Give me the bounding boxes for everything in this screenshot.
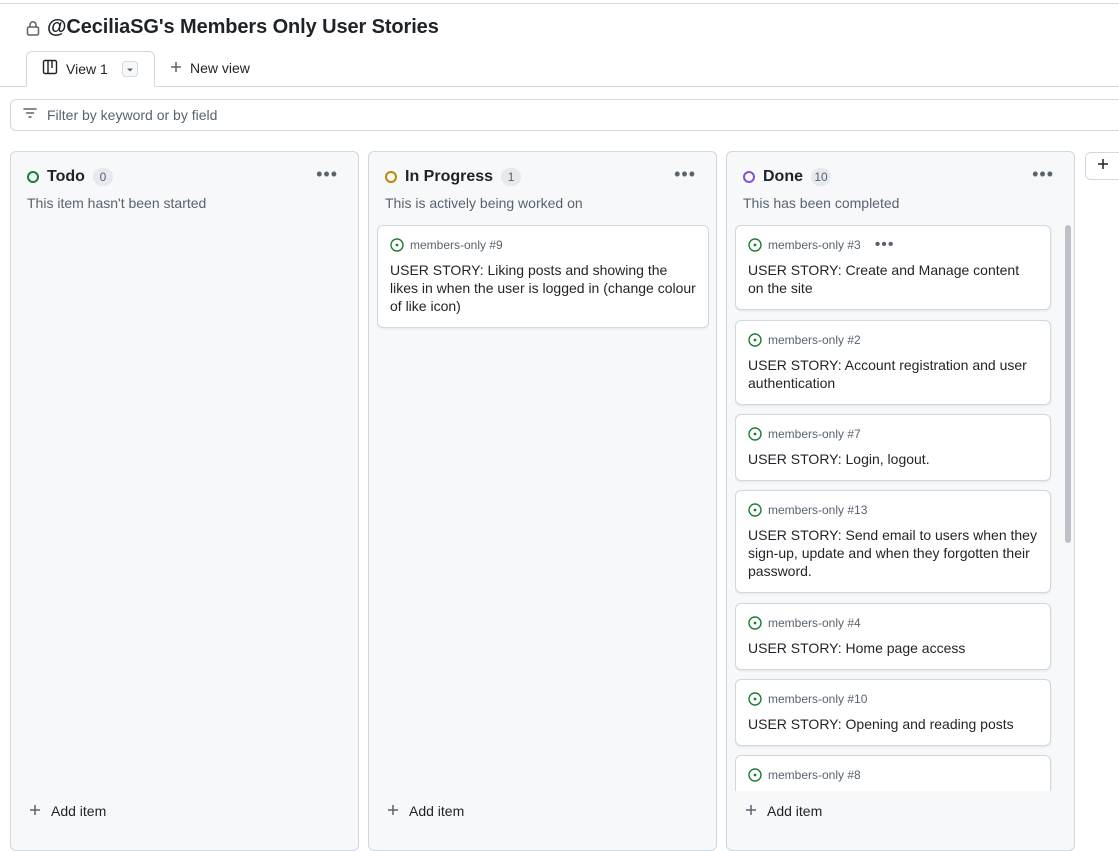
card-meta: members-only #4 xyxy=(748,615,1038,631)
view-options-button[interactable] xyxy=(121,60,138,78)
issue-open-icon xyxy=(748,692,762,706)
column-todo: Todo 0 ••• This item hasn't been started… xyxy=(10,151,359,851)
issue-title[interactable]: USER STORY: Account registration and use… xyxy=(748,356,1038,392)
issue-title[interactable]: USER STORY: Home page access xyxy=(748,639,1038,657)
card-meta: members-only #8 xyxy=(748,767,1038,783)
status-todo-icon xyxy=(27,171,39,183)
issue-card[interactable]: members-only #2 USER STORY: Account regi… xyxy=(735,320,1051,405)
plus-icon xyxy=(170,60,182,76)
issue-ref[interactable]: members-only #9 xyxy=(410,238,503,252)
add-item-label: Add item xyxy=(767,803,823,819)
view-tabs: View 1 New view xyxy=(0,50,1119,87)
add-column-button[interactable] xyxy=(1085,152,1119,180)
tab-label: View 1 xyxy=(66,61,108,77)
column-done: Done 10 ••• This has been completed memb… xyxy=(726,151,1075,851)
plus-icon xyxy=(745,803,757,819)
issue-card[interactable]: members-only #7 USER STORY: Login, logou… xyxy=(735,414,1051,481)
issue-title[interactable]: USER STORY: Create and Manage content on… xyxy=(748,261,1038,297)
issue-title[interactable]: USER STORY: Opening and reading posts xyxy=(748,715,1038,733)
column-header: Done 10 xyxy=(743,168,831,186)
filter-input[interactable]: Filter by keyword or by field xyxy=(10,99,1119,131)
issue-title[interactable]: USER STORY: Login, logout. xyxy=(748,450,1038,468)
caret-down-icon xyxy=(126,60,134,78)
issue-open-icon xyxy=(748,427,762,441)
issue-title[interactable]: USER STORY: Send email to users when the… xyxy=(748,526,1038,580)
issue-card[interactable]: members-only #4 USER STORY: Home page ac… xyxy=(735,603,1051,670)
column-name: Todo xyxy=(47,168,85,185)
issue-card[interactable]: members-only #3 ••• USER STORY: Create a… xyxy=(735,225,1051,310)
issue-ref[interactable]: members-only #10 xyxy=(768,692,867,706)
issue-open-icon xyxy=(748,503,762,517)
issue-card[interactable]: members-only #10 USER STORY: Opening and… xyxy=(735,679,1051,746)
card-meta: members-only #7 xyxy=(748,426,1038,442)
column-menu-icon[interactable]: ••• xyxy=(1032,165,1054,183)
tab-view-1[interactable]: View 1 xyxy=(26,51,155,87)
column-description: This is actively being worked on xyxy=(385,195,583,211)
issue-ref[interactable]: members-only #13 xyxy=(768,503,867,517)
card-list: members-only #3 ••• USER STORY: Create a… xyxy=(735,225,1067,791)
issue-open-icon xyxy=(748,616,762,630)
issue-ref[interactable]: members-only #2 xyxy=(768,333,861,347)
issue-ref[interactable]: members-only #4 xyxy=(768,616,861,630)
issue-open-icon xyxy=(748,238,762,252)
card-list: members-only #9 USER STORY: Liking posts… xyxy=(377,225,709,791)
card-meta: members-only #3 ••• xyxy=(748,237,1038,253)
status-in-progress-icon xyxy=(385,171,397,183)
card-menu-icon[interactable]: ••• xyxy=(875,237,895,253)
plus-icon xyxy=(387,803,399,819)
column-menu-icon[interactable]: ••• xyxy=(674,165,696,183)
add-item-label: Add item xyxy=(409,803,465,819)
filter-placeholder: Filter by keyword or by field xyxy=(47,107,218,123)
add-item-button[interactable]: Add item xyxy=(29,803,106,819)
issue-open-icon xyxy=(748,333,762,347)
column-description: This item hasn't been started xyxy=(27,195,207,211)
tabs-divider xyxy=(0,86,1119,87)
board-icon xyxy=(42,59,58,80)
card-list xyxy=(19,225,351,791)
page-title: @CeciliaSG's Members Only User Stories xyxy=(47,16,439,38)
column-in-progress: In Progress 1 ••• This is actively being… xyxy=(368,151,717,851)
filter-icon xyxy=(23,106,37,124)
column-name: In Progress xyxy=(405,168,494,185)
status-done-icon xyxy=(743,171,755,183)
card-meta: members-only #10 xyxy=(748,691,1038,707)
add-item-button[interactable]: Add item xyxy=(745,803,822,819)
top-border xyxy=(0,3,1119,4)
new-view-label: New view xyxy=(190,60,250,76)
plus-icon xyxy=(1097,157,1109,175)
issue-open-icon xyxy=(390,238,404,252)
scrollbar-thumb[interactable] xyxy=(1065,225,1071,543)
card-meta: members-only #2 xyxy=(748,332,1038,348)
add-item-label: Add item xyxy=(51,803,107,819)
issue-ref[interactable]: members-only #7 xyxy=(768,427,861,441)
card-list-scrollbar[interactable] xyxy=(1064,225,1072,791)
issue-title[interactable]: USER STORY: Liking posts and showing the… xyxy=(390,261,696,315)
card-meta: members-only #13 xyxy=(748,502,1038,518)
plus-icon xyxy=(29,803,41,819)
count-badge: 1 xyxy=(501,168,522,186)
issue-ref[interactable]: members-only #8 xyxy=(768,768,861,782)
issue-open-icon xyxy=(748,768,762,782)
issue-card[interactable]: members-only #9 USER STORY: Liking posts… xyxy=(377,225,709,328)
count-badge: 0 xyxy=(92,168,113,186)
count-badge: 10 xyxy=(811,168,831,186)
column-name: Done xyxy=(763,168,803,185)
lock-icon xyxy=(26,20,40,36)
column-header: In Progress 1 xyxy=(385,168,522,186)
issue-card[interactable]: members-only #13 USER STORY: Send email … xyxy=(735,490,1051,593)
issue-card[interactable]: members-only #8 xyxy=(735,755,1051,791)
column-header: Todo 0 xyxy=(27,168,113,186)
column-menu-icon[interactable]: ••• xyxy=(316,165,338,183)
add-item-button[interactable]: Add item xyxy=(387,803,464,819)
project-header: @CeciliaSG's Members Only User Stories xyxy=(26,16,439,39)
issue-ref[interactable]: members-only #3 xyxy=(768,238,861,252)
column-description: This has been completed xyxy=(743,195,900,211)
card-meta: members-only #9 xyxy=(390,237,696,253)
new-view-button[interactable]: New view xyxy=(170,60,250,76)
